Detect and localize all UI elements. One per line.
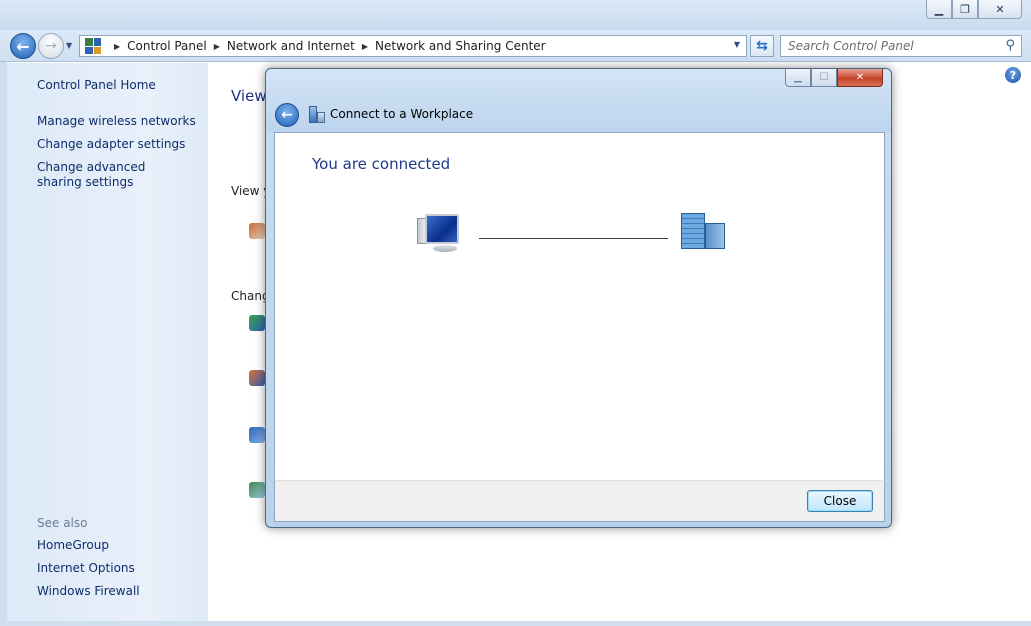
- address-dropdown-icon[interactable]: ▼: [734, 40, 740, 49]
- status-heading: You are connected: [312, 155, 451, 173]
- dialog-titlebar: ▁ ☐ ✕ ← Connect to a Workplace: [266, 69, 891, 132]
- workplace-building-icon: [309, 106, 325, 123]
- homegroup-icon[interactable]: [249, 427, 265, 443]
- maximize-button[interactable]: ❐: [952, 0, 978, 19]
- sidebar-link-windows-firewall[interactable]: Windows Firewall: [37, 584, 140, 599]
- dialog-title: Connect to a Workplace: [330, 107, 474, 121]
- refresh-button[interactable]: ⇆: [750, 35, 774, 57]
- dialog-content: You are connected: [274, 132, 885, 480]
- restore-icon: ❐: [960, 2, 970, 16]
- forward-button[interactable]: →: [38, 33, 64, 59]
- page-title: View: [231, 87, 267, 105]
- breadcrumb-separator[interactable]: ▶: [214, 42, 220, 51]
- sidebar: Control Panel Home Manage wireless netwo…: [7, 63, 208, 621]
- sidebar-link-internet-options[interactable]: Internet Options: [37, 561, 135, 576]
- sidebar-link-control-panel-home[interactable]: Control Panel Home: [37, 78, 156, 93]
- back-arrow-icon: ←: [16, 36, 30, 56]
- minimize-icon: ▁: [794, 72, 802, 83]
- control-panel-icon: [85, 38, 101, 54]
- network-icon: [249, 223, 265, 239]
- recent-pages-dropdown[interactable]: ▼: [66, 41, 72, 50]
- dialog-minimize-button[interactable]: ▁: [785, 69, 811, 87]
- see-also-heading: See also: [37, 516, 88, 530]
- sidebar-link-manage-wireless-networks[interactable]: Manage wireless networks: [37, 114, 196, 129]
- window-titlebar: ▁ ❐ ✕: [0, 0, 1031, 30]
- troubleshoot-icon[interactable]: [249, 482, 265, 498]
- help-icon[interactable]: ?: [1005, 67, 1021, 83]
- window-border-bottom: [0, 621, 1031, 626]
- connection-line: [479, 238, 668, 239]
- search-icon[interactable]: ⚲: [1005, 38, 1015, 53]
- search-box: ⚲: [780, 35, 1022, 57]
- breadcrumb-separator[interactable]: ▶: [114, 42, 120, 51]
- window-controls: ▁ ❐ ✕: [926, 0, 1022, 19]
- close-icon: ✕: [995, 2, 1005, 16]
- workplace-server-icon: [679, 213, 727, 251]
- back-arrow-icon: ←: [281, 107, 293, 123]
- breadcrumb-network-and-sharing-center[interactable]: Network and Sharing Center: [375, 39, 546, 53]
- breadcrumb-separator[interactable]: ▶: [362, 42, 368, 51]
- connect-to-workplace-dialog: ▁ ☐ ✕ ← Connect to a Workplace You are c…: [265, 68, 892, 528]
- sidebar-link-change-advanced-sharing[interactable]: Change advanced sharing settings: [37, 160, 187, 190]
- section-heading-change-settings: Chang: [231, 289, 270, 303]
- dialog-close-button[interactable]: ✕: [837, 69, 883, 87]
- sidebar-link-change-adapter-settings[interactable]: Change adapter settings: [37, 137, 185, 152]
- dialog-footer: Close: [274, 480, 885, 522]
- navigation-bar: ← → ▼ ▶ Control Panel ▶ Network and Inte…: [0, 30, 1031, 62]
- refresh-icon: ⇆: [756, 38, 768, 54]
- minimize-button[interactable]: ▁: [926, 0, 952, 19]
- close-icon: ✕: [855, 72, 865, 83]
- maximize-icon: ☐: [819, 72, 829, 83]
- search-input[interactable]: [788, 39, 998, 53]
- back-button[interactable]: ←: [10, 33, 36, 59]
- dialog-window-controls: ▁ ☐ ✕: [785, 69, 883, 87]
- sidebar-link-homegroup[interactable]: HomeGroup: [37, 538, 109, 553]
- dialog-maximize-button[interactable]: ☐: [811, 69, 837, 87]
- breadcrumb-control-panel[interactable]: Control Panel: [127, 39, 207, 53]
- dialog-back-button[interactable]: ←: [275, 103, 299, 127]
- minimize-icon: ▁: [934, 2, 944, 16]
- breadcrumb-network-and-internet[interactable]: Network and Internet: [227, 39, 355, 53]
- close-button[interactable]: Close: [807, 490, 873, 512]
- new-connection-icon[interactable]: [249, 315, 265, 331]
- computer-icon: [417, 212, 465, 256]
- connect-to-network-icon[interactable]: [249, 370, 265, 386]
- address-bar[interactable]: ▶ Control Panel ▶ Network and Internet ▶…: [79, 35, 747, 57]
- forward-arrow-icon: →: [45, 38, 57, 54]
- close-window-button[interactable]: ✕: [978, 0, 1022, 19]
- window-border-left: [0, 62, 7, 622]
